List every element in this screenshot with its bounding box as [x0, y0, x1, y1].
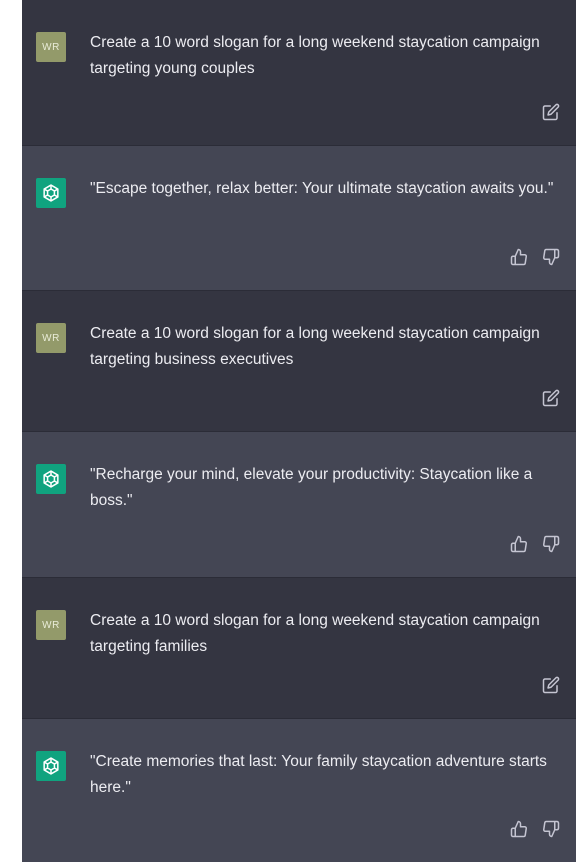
- thumbs-up-icon[interactable]: [510, 535, 528, 553]
- chatgpt-logo-icon: [36, 178, 66, 208]
- message-text: "Escape together, relax better: Your ult…: [90, 180, 554, 197]
- assistant-message: "Escape together, relax better: Your ult…: [22, 146, 576, 291]
- thumbs-down-icon[interactable]: [542, 248, 560, 266]
- thumbs-up-icon[interactable]: [510, 248, 528, 266]
- thumbs-down-icon[interactable]: [542, 535, 560, 553]
- user-avatar: WR: [36, 323, 66, 353]
- chatgpt-logo-icon: [36, 751, 66, 781]
- edit-icon[interactable]: [542, 676, 560, 694]
- edit-icon[interactable]: [542, 389, 560, 407]
- user-message: WR Create a 10 word slogan for a long we…: [22, 291, 576, 432]
- edit-icon[interactable]: [542, 103, 560, 121]
- thumbs-down-icon[interactable]: [542, 820, 560, 838]
- message-text: Create a 10 word slogan for a long weeke…: [90, 325, 540, 368]
- assistant-message: "Create memories that last: Your family …: [22, 719, 576, 862]
- chatgpt-logo-icon: [36, 464, 66, 494]
- chat-thread: WR Create a 10 word slogan for a long we…: [22, 0, 576, 862]
- message-text: Create a 10 word slogan for a long weeke…: [90, 34, 540, 77]
- user-message: WR Create a 10 word slogan for a long we…: [22, 578, 576, 719]
- assistant-message: "Recharge your mind, elevate your produc…: [22, 432, 576, 578]
- user-avatar: WR: [36, 32, 66, 62]
- user-avatar: WR: [36, 610, 66, 640]
- message-text: "Create memories that last: Your family …: [90, 753, 547, 796]
- user-message: WR Create a 10 word slogan for a long we…: [22, 0, 576, 146]
- message-text: "Recharge your mind, elevate your produc…: [90, 466, 533, 509]
- thumbs-up-icon[interactable]: [510, 820, 528, 838]
- message-text: Create a 10 word slogan for a long weeke…: [90, 612, 540, 655]
